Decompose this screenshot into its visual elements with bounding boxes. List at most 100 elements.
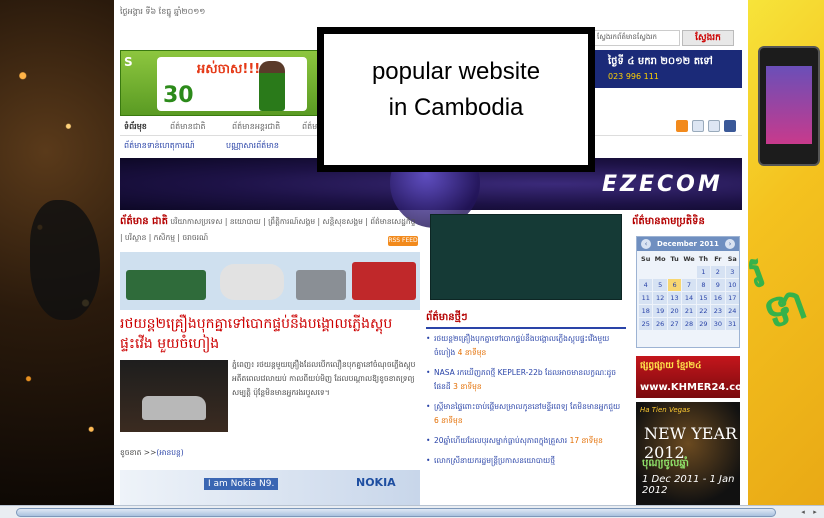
calendar-grid: Su Mo Tu We Th Fr Sa 1 2 3 4 5 6 7 8 9 10 11 12 13 14 15 16 17 1…	[639, 253, 739, 330]
calendar-day[interactable]: 12	[653, 292, 667, 304]
ad-khmer-text: បុណ្យចូលឆ្នាំ	[642, 458, 689, 469]
calendar-day[interactable]: 31	[725, 318, 739, 330]
calendar-month: December 2011	[637, 237, 739, 251]
calendar-day[interactable]: 30	[711, 318, 725, 330]
promo-banner-left[interactable]: S អស់ចាស!!! 30	[120, 50, 320, 116]
left-column: ព័ត៌មាន ជាតិ បរិយាកាសប្រទេស | នយោបាយ | ព…	[120, 214, 420, 505]
calendar-day[interactable]: 10	[725, 279, 739, 291]
calendar-day[interactable]: 7	[682, 279, 696, 291]
calendar-day[interactable]: 28	[682, 318, 696, 330]
trucks-image[interactable]	[120, 252, 420, 310]
nokia-ad-banner[interactable]: I am Nokia N9. NOKIA	[120, 470, 420, 505]
news-link[interactable]: 20ឆ្នាំហើយដែលបុរសម្នាក់ធ្លាប់សុភាពក្នុងគ…	[434, 436, 567, 445]
khmer24-ad-url: www.KHMER24.com	[640, 382, 748, 393]
calendar-day[interactable]: 19	[653, 305, 667, 317]
calendar-day[interactable]: 5	[653, 279, 667, 291]
calendar-day[interactable]: 8	[696, 279, 711, 291]
calendar-day[interactable]: 9	[711, 279, 725, 291]
nokia-logo: NOKIA	[356, 476, 396, 489]
right-background-ad[interactable]: រ​ ទា	[748, 0, 824, 505]
news-time: 6 នាទីមុន	[434, 416, 463, 425]
search-area: ស្វែងរកព័ត៌មានស្វែងរក ស្វែងរក	[594, 30, 742, 46]
calendar-day[interactable]: 15	[696, 292, 711, 304]
social-icons	[676, 120, 736, 134]
scroll-right-icon[interactable]: ▸	[810, 507, 820, 518]
rss-feed-button[interactable]: RSS FEED	[388, 236, 418, 246]
calendar-day[interactable]: 14	[682, 292, 696, 304]
horizontal-scrollbar[interactable]: ◂ ▸	[0, 505, 824, 518]
subnav-item-archive[interactable]: បណ្ណាសារព័ត៌មាន	[226, 140, 279, 152]
caption-line2: in Cambodia	[388, 94, 524, 121]
calendar-next-icon[interactable]: ›	[725, 239, 735, 249]
calendar-day[interactable]: 6	[667, 279, 682, 291]
calendar-day[interactable]: 17	[725, 292, 739, 304]
news-link[interactable]: ស្ត្រីមានផ្ទៃពោះចាប់ផ្តើមសម្រាលកូននៅមន្ទ…	[434, 402, 620, 411]
calendar-prev-icon[interactable]: ‹	[641, 239, 651, 249]
phone-image	[758, 46, 820, 166]
nav-item-international[interactable]: ព័ត៌មានអន្តរជាតិ	[232, 121, 280, 133]
search-input[interactable]: ស្វែងរកព័ត៌មានស្វែងរក	[594, 30, 680, 46]
truck-image	[126, 270, 206, 300]
calendar-day[interactable]: 26	[653, 318, 667, 330]
calendar-day[interactable]: 3	[725, 266, 739, 278]
news-link[interactable]: លោកស្រីនាយករដ្ឋមន្ត្រីប្រកាសនយោបាយថ្មី	[434, 456, 555, 465]
calendar-empty-cell	[639, 266, 652, 278]
rss-icon[interactable]	[676, 120, 688, 132]
calendar-day[interactable]: 16	[711, 292, 725, 304]
calendar-day[interactable]: 11	[639, 292, 653, 304]
bookmark-icon[interactable]	[708, 120, 720, 132]
calendar-empty-cell	[682, 266, 695, 278]
caption-overlay: popular website in Cambodia	[317, 27, 595, 172]
new-year-ad[interactable]: Ha Tien Vegas NEW YEAR 2012 បុណ្យចូលឆ្នា…	[636, 402, 740, 505]
story-more-prefix: ខូចខាត >>	[120, 448, 157, 457]
news-time: 3 នាទីមុន	[453, 382, 482, 391]
read-more-link[interactable]: (អានបន្ត)	[156, 448, 183, 457]
truck-image	[296, 270, 346, 300]
calendar-day[interactable]: 24	[725, 305, 739, 317]
calendar-day[interactable]: 29	[696, 318, 711, 330]
list-item[interactable]: ស្ត្រីមានផ្ទៃពោះចាប់ផ្តើមសម្រាលកូននៅមន្ទ…	[426, 400, 626, 428]
promo-banner-right[interactable]: ថ្ងៃទី ៤ មករា ២០១២ តទៅ 023 996 111	[594, 50, 742, 88]
calendar-weekday: Su	[641, 255, 651, 263]
ezecom-logo: EZECOM	[602, 172, 723, 197]
calendar-day[interactable]: 18	[639, 305, 653, 317]
promo-headline: អស់ចាស!!!	[197, 62, 261, 77]
calendar-day[interactable]: 23	[711, 305, 725, 317]
video-player[interactable]	[430, 214, 622, 300]
khmer24-ad[interactable]: ផ្សព្វផ្សាយ ខ្មែរ២៤ www.KHMER24.com	[636, 356, 748, 398]
scroll-left-icon[interactable]: ◂	[798, 507, 808, 518]
nav-item-national[interactable]: ព័ត៌មានជាតិ	[170, 121, 206, 133]
calendar-weekday: Tu	[670, 255, 679, 263]
left-background-ad	[0, 0, 114, 505]
facebook-icon[interactable]	[724, 120, 736, 132]
category-links: ព័ត៌មាន ជាតិ បរិយាកាសប្រទេស | នយោបាយ | ព…	[120, 214, 420, 246]
phone-screen	[766, 66, 812, 144]
calendar-weekday: Mo	[654, 255, 666, 263]
list-item[interactable]: NASA រកឃើញភពថ្មី KEPLER-22b ដែលអាចមានលក្…	[426, 366, 626, 394]
calendar-day[interactable]: 27	[667, 318, 682, 330]
nav-item-home[interactable]: ទំព័រមុខ	[124, 121, 147, 133]
calendar-day[interactable]: 20	[667, 305, 682, 317]
story-more-row: ខូចខាត >>(អានបន្ត)	[120, 448, 184, 459]
calendar-widget: December 2011 ‹ › Su Mo Tu We Th Fr Sa 1 2 3 4 5 6 7 8…	[636, 236, 740, 348]
caption-box: popular website in Cambodia	[323, 33, 589, 166]
subnav-item-breaking[interactable]: ព័ត៌មានទាន់ហេតុការណ៍	[124, 140, 195, 152]
email-icon[interactable]	[692, 120, 704, 132]
list-item[interactable]: 20ឆ្នាំហើយដែលបុរសម្នាក់ធ្លាប់សុភាពក្នុងគ…	[426, 434, 626, 448]
calendar-day[interactable]: 1	[696, 266, 711, 278]
calendar-day[interactable]: 13	[667, 292, 682, 304]
scrollbar-thumb[interactable]	[16, 508, 776, 517]
calendar-day[interactable]: 2	[711, 266, 725, 278]
ad-dates: 1 Dec 2011 - 1 Jan 2012	[642, 474, 735, 496]
calendar-weekday: Sa	[727, 255, 737, 263]
list-item[interactable]: លោកស្រីនាយករដ្ឋមន្ត្រីប្រកាសនយោបាយថ្មី	[426, 454, 626, 468]
list-item[interactable]: រថយន្ត២គ្រឿងបុកគ្នាទៅបោកផ្ទប់នឹងបង្គោលភ្…	[426, 332, 626, 360]
promo-box: អស់ចាស!!! 30	[157, 57, 307, 111]
calendar-day[interactable]: 25	[639, 318, 653, 330]
calendar-day[interactable]: 4	[639, 279, 653, 291]
calendar-day[interactable]: 22	[696, 305, 711, 317]
search-button[interactable]: ស្វែងរក	[682, 30, 734, 46]
calendar-day[interactable]: 21	[682, 305, 696, 317]
story-photo[interactable]	[120, 360, 228, 432]
top-story-headline[interactable]: រថយន្ត២គ្រឿងបុកគ្នាទៅបោកផ្ទប់នឹងបង្គោលភ្…	[120, 314, 420, 354]
